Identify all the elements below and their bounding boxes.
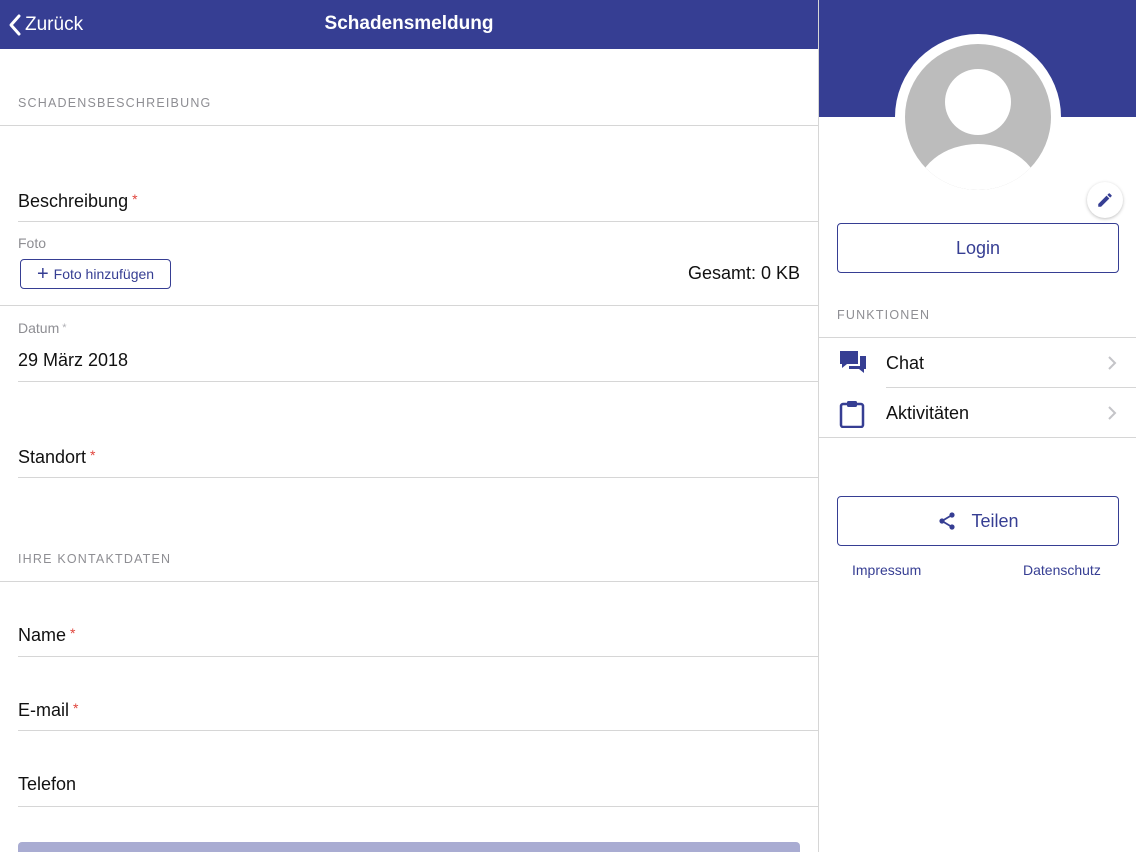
- divider: [0, 125, 818, 126]
- phone-label: Telefon: [18, 774, 77, 794]
- functions-header: FUNKTIONEN: [837, 308, 931, 322]
- name-label: Name: [18, 625, 67, 645]
- required-marker: *: [62, 322, 67, 334]
- share-button-label: Teilen: [971, 510, 1019, 531]
- menu-item-activities[interactable]: Aktivitäten: [819, 388, 1136, 438]
- required-marker: *: [70, 625, 76, 641]
- divider: [18, 477, 818, 478]
- menu-item-label: Chat: [886, 353, 925, 373]
- plus-icon: +: [36, 263, 49, 285]
- edit-avatar-button[interactable]: [1087, 182, 1123, 218]
- location-label: Standort: [18, 447, 87, 467]
- date-label: Datum: [18, 320, 60, 336]
- section-header-contact: IHRE KONTAKTDATEN: [18, 552, 172, 566]
- section-header-damage: SCHADENSBESCHREIBUNG: [18, 96, 212, 110]
- clipboard-icon: [839, 400, 865, 433]
- description-field[interactable]: Beschreibung *: [18, 191, 138, 212]
- divider: [819, 437, 1136, 438]
- navigation-bar: Zurück Schadensmeldung: [0, 0, 818, 49]
- side-menu: Login FUNKTIONEN Chat Aktivitäten Teilen…: [818, 0, 1136, 852]
- divider: [0, 581, 818, 582]
- submit-button[interactable]: [18, 842, 800, 852]
- description-label: Beschreibung: [18, 191, 129, 211]
- avatar-container: [895, 34, 1123, 218]
- page-title: Schadensmeldung: [324, 13, 494, 34]
- required-marker: *: [73, 700, 79, 716]
- email-label: E-mail: [18, 700, 70, 720]
- avatar[interactable]: [905, 44, 1051, 190]
- location-field[interactable]: Standort *: [18, 447, 96, 468]
- share-button[interactable]: Teilen: [837, 496, 1119, 546]
- divider: [18, 806, 818, 807]
- divider: [0, 305, 818, 306]
- avatar-head-shape: [945, 69, 1011, 135]
- add-photo-label: Foto hinzufügen: [53, 266, 155, 282]
- menu-item-chat[interactable]: Chat: [819, 338, 1136, 388]
- name-field[interactable]: Name *: [18, 625, 75, 646]
- avatar-body-shape: [916, 144, 1040, 190]
- required-marker: *: [132, 191, 138, 207]
- menu-item-label: Aktivitäten: [886, 403, 970, 423]
- add-photo-button[interactable]: + Foto hinzufügen: [20, 259, 171, 289]
- photo-label: Foto: [18, 235, 47, 251]
- share-icon: [939, 512, 956, 530]
- required-marker: *: [90, 447, 96, 463]
- login-button[interactable]: Login: [837, 223, 1119, 273]
- damage-report-form-pane: Zurück Schadensmeldung SCHADENSBESCHREIB…: [0, 0, 818, 852]
- phone-field[interactable]: Telefon: [18, 774, 76, 795]
- pencil-icon: [1098, 193, 1112, 207]
- chevron-right-icon: [1107, 355, 1117, 376]
- divider: [18, 656, 818, 657]
- imprint-link[interactable]: Impressum: [852, 562, 921, 578]
- total-size-text: Gesamt: 0 KB: [687, 263, 800, 283]
- divider: [18, 221, 818, 222]
- login-button-label: Login: [955, 237, 1001, 258]
- date-field[interactable]: 29 März 2018: [18, 350, 128, 371]
- date-label-row: Datum *: [18, 320, 67, 336]
- divider: [18, 730, 818, 731]
- privacy-link[interactable]: Datenschutz: [1023, 562, 1101, 578]
- divider: [18, 381, 818, 382]
- email-field[interactable]: E-mail *: [18, 700, 78, 721]
- chat-icon: [839, 350, 867, 381]
- chevron-right-icon: [1107, 405, 1117, 426]
